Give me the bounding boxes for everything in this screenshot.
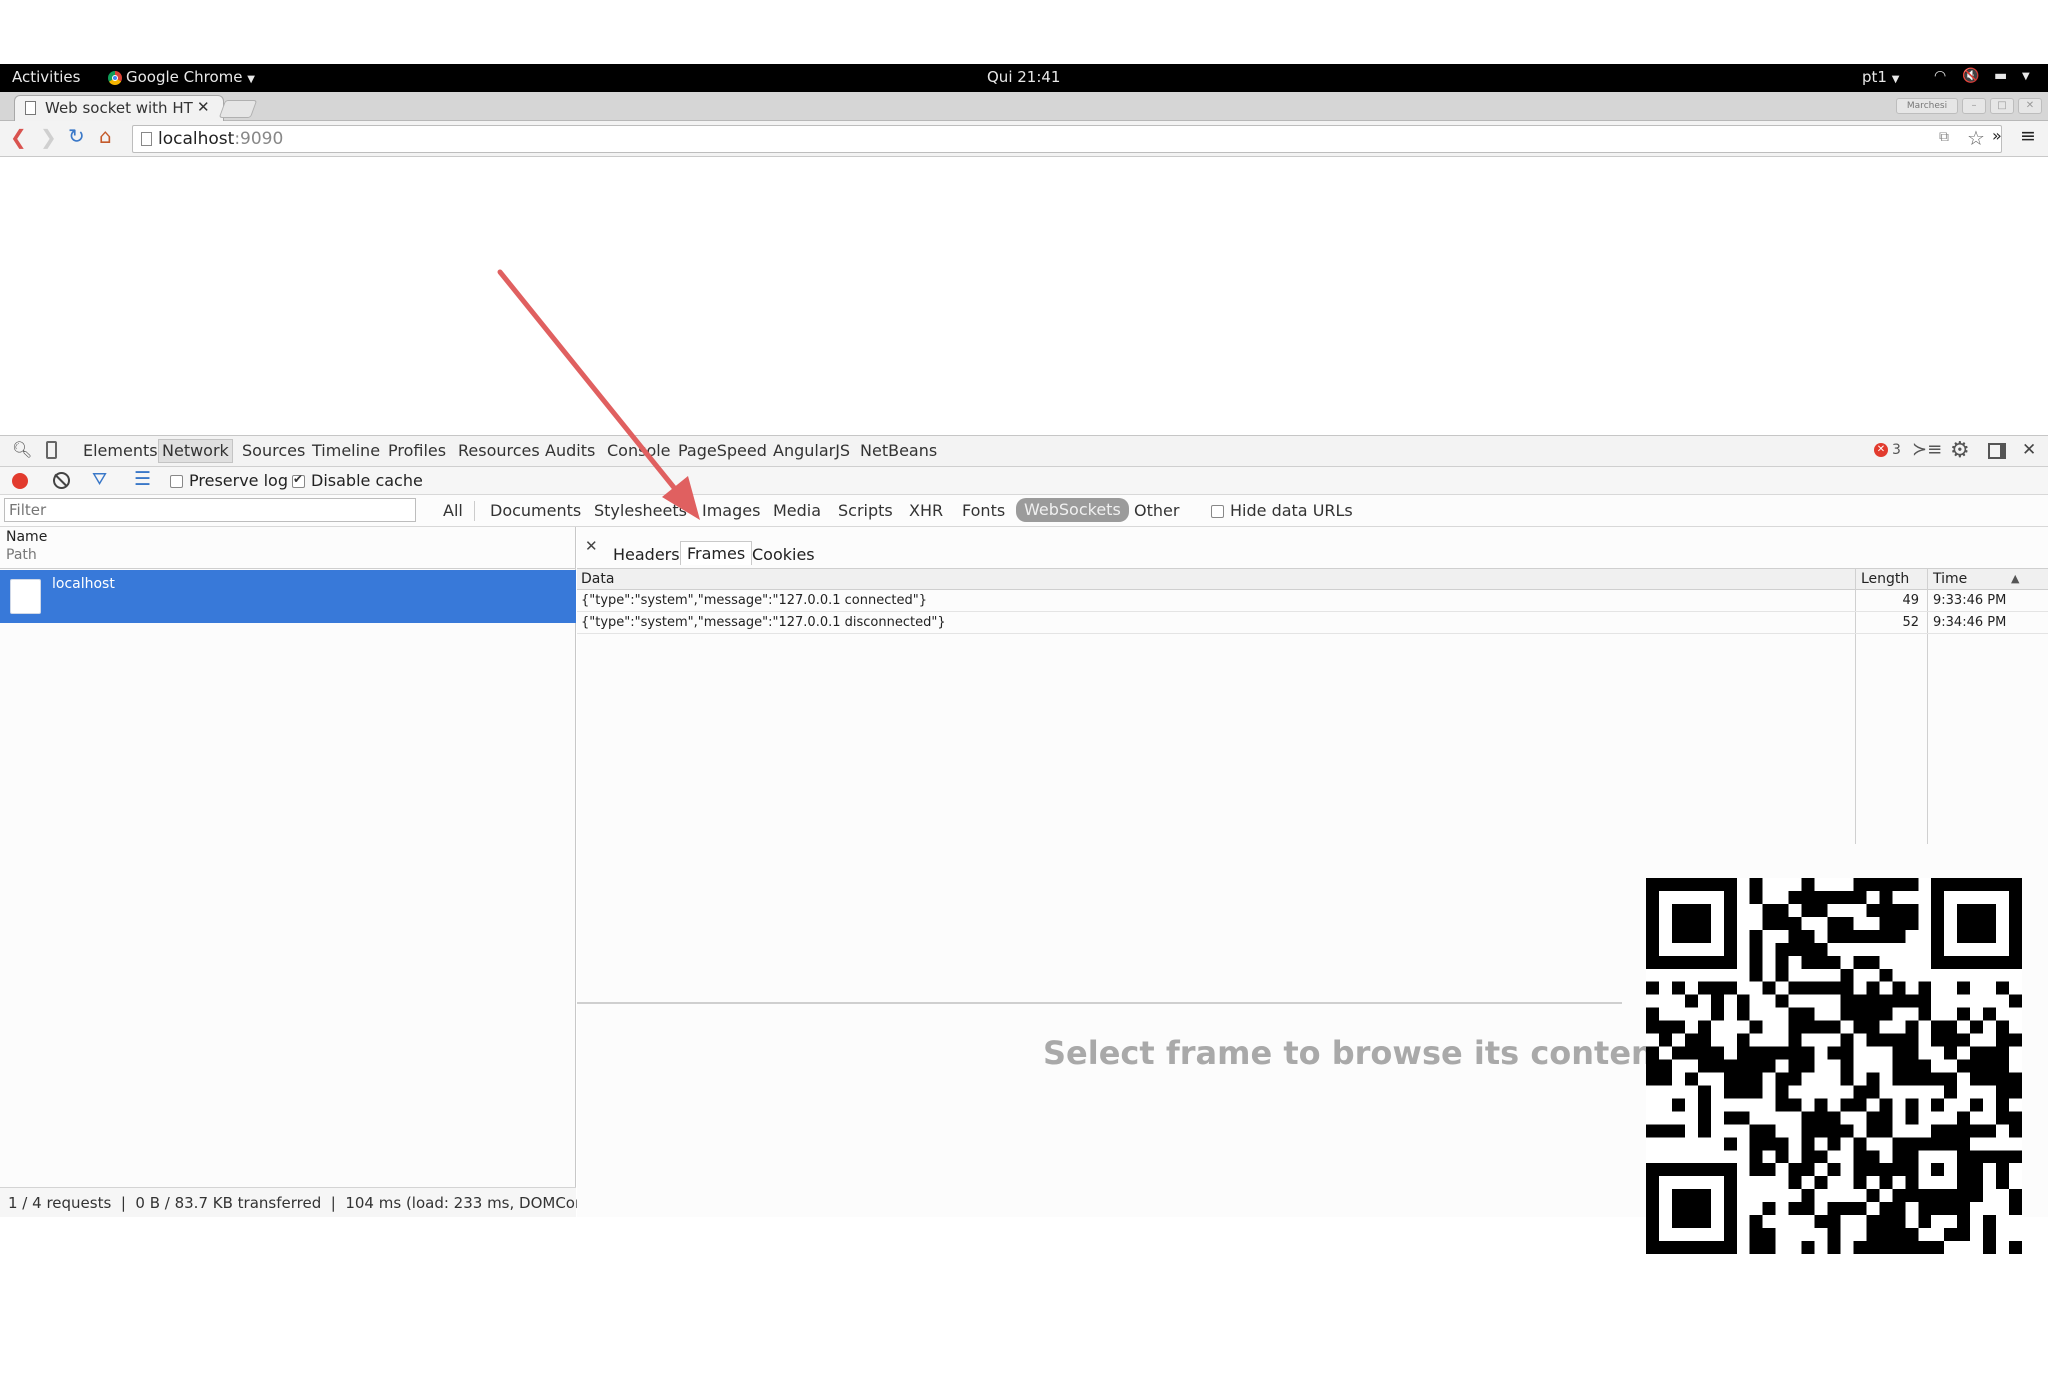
qr-code-pattern bbox=[1646, 878, 2022, 1254]
arrow-shaft bbox=[497, 269, 683, 498]
qr-code bbox=[1646, 878, 2022, 1254]
